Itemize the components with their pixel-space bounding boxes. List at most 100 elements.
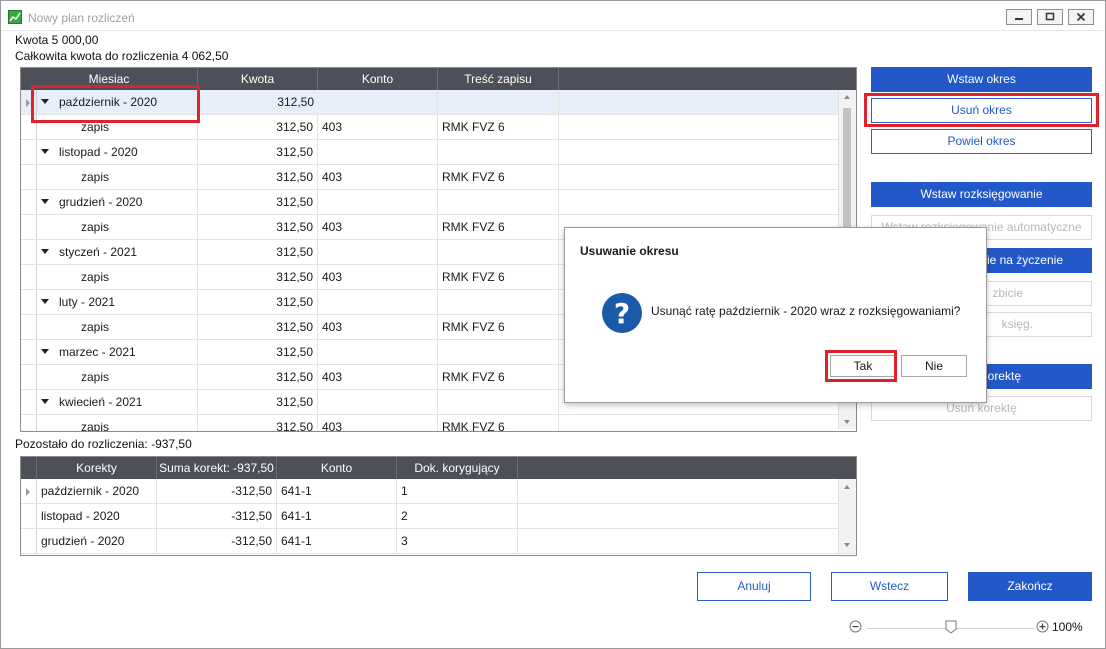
amount-cell[interactable]: 312,50 <box>198 190 318 214</box>
row-header[interactable] <box>21 140 37 164</box>
amount-cell[interactable]: 312,50 <box>198 340 318 364</box>
zoom-slider-thumb[interactable] <box>945 620 957 637</box>
correction-document-cell[interactable]: 3 <box>397 529 518 553</box>
description-cell[interactable] <box>438 190 559 214</box>
row-header[interactable] <box>21 90 37 114</box>
row-header[interactable] <box>21 290 37 314</box>
column-header-description[interactable]: Treść zapisu <box>438 68 559 90</box>
row-header[interactable] <box>21 215 37 239</box>
period-row[interactable]: listopad - 2020 312,50 <box>21 140 856 165</box>
month-cell[interactable]: zapis <box>37 415 198 431</box>
month-cell[interactable]: zapis <box>37 365 198 389</box>
finish-button[interactable]: Zakończ <box>968 572 1092 601</box>
amount-cell[interactable]: 312,50 <box>198 365 318 389</box>
column-header-corr-document[interactable]: Dok. korygujący <box>397 457 518 479</box>
month-cell[interactable]: zapis <box>37 265 198 289</box>
row-header[interactable] <box>21 365 37 389</box>
month-cell[interactable]: listopad - 2020 <box>37 140 198 164</box>
collapse-icon[interactable] <box>41 99 49 105</box>
month-cell[interactable]: styczeń - 2021 <box>37 240 198 264</box>
account-cell[interactable]: 403 <box>318 115 438 139</box>
cancel-button[interactable]: Anuluj <box>697 572 811 601</box>
description-cell[interactable] <box>438 240 559 264</box>
posting-row[interactable]: zapis 312,50 403 RMK FVZ 6 <box>21 415 856 431</box>
posting-row[interactable]: zapis 312,50 403 RMK FVZ 6 <box>21 165 856 190</box>
row-header[interactable] <box>21 529 37 553</box>
amount-cell[interactable]: 312,50 <box>198 140 318 164</box>
collapse-icon[interactable] <box>41 399 49 405</box>
back-button[interactable]: Wstecz <box>831 572 948 601</box>
correction-account-cell[interactable]: 641-1 <box>277 504 397 528</box>
period-row[interactable]: grudzień - 2020 312,50 <box>21 190 856 215</box>
row-header[interactable] <box>21 165 37 189</box>
maximize-button[interactable] <box>1037 9 1063 25</box>
account-cell[interactable]: 403 <box>318 265 438 289</box>
correction-month-cell[interactable]: listopad - 2020 <box>37 504 157 528</box>
month-cell[interactable]: luty - 2021 <box>37 290 198 314</box>
account-cell[interactable]: 403 <box>318 365 438 389</box>
row-header[interactable] <box>21 115 37 139</box>
correction-account-cell[interactable]: 641-1 <box>277 479 397 503</box>
description-cell[interactable]: RMK FVZ 6 <box>438 315 559 339</box>
collapse-icon[interactable] <box>41 299 49 305</box>
amount-cell[interactable]: 312,50 <box>198 90 318 114</box>
zoom-in-icon[interactable] <box>1036 620 1049 636</box>
correction-row[interactable]: grudzień - 2020 -312,50 641-1 3 <box>21 529 856 554</box>
column-header-amount[interactable]: Kwota <box>198 68 318 90</box>
repeat-period-button[interactable]: Powiel okres <box>871 129 1092 154</box>
row-header[interactable] <box>21 504 37 528</box>
correction-sum-cell[interactable]: -312,50 <box>157 479 277 503</box>
account-cell[interactable] <box>318 290 438 314</box>
description-cell[interactable] <box>438 140 559 164</box>
amount-cell[interactable]: 312,50 <box>198 390 318 414</box>
column-header-corr-account[interactable]: Konto <box>277 457 397 479</box>
account-cell[interactable]: 403 <box>318 315 438 339</box>
description-cell[interactable]: RMK FVZ 6 <box>438 165 559 189</box>
description-cell[interactable]: RMK FVZ 6 <box>438 415 559 431</box>
correction-document-cell[interactable]: 2 <box>397 504 518 528</box>
minimize-button[interactable] <box>1006 9 1032 25</box>
collapse-icon[interactable] <box>41 249 49 255</box>
correction-sum-cell[interactable]: -312,50 <box>157 504 277 528</box>
description-cell[interactable] <box>438 340 559 364</box>
correction-sum-cell[interactable]: -312,50 <box>157 529 277 553</box>
account-cell[interactable] <box>318 190 438 214</box>
collapse-icon[interactable] <box>41 199 49 205</box>
amount-cell[interactable]: 312,50 <box>198 115 318 139</box>
description-cell[interactable] <box>438 290 559 314</box>
correction-document-cell[interactable]: 1 <box>397 479 518 503</box>
description-cell[interactable]: RMK FVZ 6 <box>438 115 559 139</box>
correction-month-cell[interactable]: grudzień - 2020 <box>37 529 157 553</box>
row-header[interactable] <box>21 340 37 364</box>
account-cell[interactable]: 403 <box>318 415 438 431</box>
month-cell[interactable]: kwiecień - 2021 <box>37 390 198 414</box>
amount-cell[interactable]: 312,50 <box>198 315 318 339</box>
description-cell[interactable]: RMK FVZ 6 <box>438 265 559 289</box>
correction-month-cell[interactable]: październik - 2020 <box>37 479 157 503</box>
amount-cell[interactable]: 312,50 <box>198 415 318 431</box>
insert-posting-button[interactable]: Wstaw rozksięgowanie <box>871 182 1092 207</box>
correction-account-cell[interactable]: 641-1 <box>277 529 397 553</box>
dialog-yes-button[interactable]: Tak <box>830 355 896 377</box>
month-cell[interactable]: październik - 2020 <box>37 90 198 114</box>
month-cell[interactable]: zapis <box>37 115 198 139</box>
description-cell[interactable] <box>438 90 559 114</box>
account-cell[interactable] <box>318 390 438 414</box>
column-header-corrections[interactable]: Korekty <box>37 457 157 479</box>
insert-period-button[interactable]: Wstaw okres <box>871 67 1092 92</box>
account-cell[interactable] <box>318 90 438 114</box>
account-cell[interactable]: 403 <box>318 165 438 189</box>
close-button[interactable] <box>1068 9 1094 25</box>
row-header[interactable] <box>21 240 37 264</box>
amount-cell[interactable]: 312,50 <box>198 265 318 289</box>
zoom-out-icon[interactable] <box>849 620 862 636</box>
account-cell[interactable]: 403 <box>318 215 438 239</box>
amount-cell[interactable]: 312,50 <box>198 215 318 239</box>
account-cell[interactable] <box>318 140 438 164</box>
month-cell[interactable]: zapis <box>37 315 198 339</box>
period-row[interactable]: październik - 2020 312,50 <box>21 90 856 115</box>
posting-row[interactable]: zapis 312,50 403 RMK FVZ 6 <box>21 115 856 140</box>
month-cell[interactable]: marzec - 2021 <box>37 340 198 364</box>
month-cell[interactable]: grudzień - 2020 <box>37 190 198 214</box>
correction-row[interactable]: listopad - 2020 -312,50 641-1 2 <box>21 504 856 529</box>
